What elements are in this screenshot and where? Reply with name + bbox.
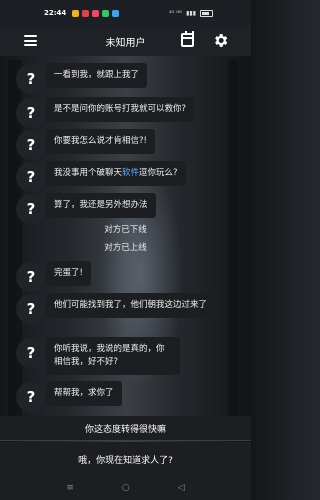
message-bubble: 一看到我，就跟上我了 — [46, 63, 148, 88]
calendar-icon[interactable] — [181, 31, 194, 47]
avatar[interactable]: ? — [16, 382, 46, 412]
chat-message: ? 算了，我还是另外想办法 — [16, 193, 156, 224]
chat-message: ? 你要我怎么说才肯相信?! — [16, 129, 155, 160]
avatar[interactable]: ? — [16, 130, 46, 160]
recent-apps-icon[interactable]: ≡ — [66, 483, 74, 493]
message-text: 我没事用个破聊天 — [54, 168, 123, 178]
signal-icon: ▮▮▮ — [186, 9, 196, 17]
chat-message: ? 是不是问你的账号打我就可以救你? — [16, 97, 195, 128]
notification-icons — [72, 9, 120, 17]
highlighted-text: 软件 — [122, 168, 140, 178]
status-bar: 22:44 ⁴ᴳ ᴴᴰ ▮▮▮ — [0, 0, 251, 26]
system-notice: 对方已下线 — [104, 225, 147, 235]
message-bubble: 你听我说，我说的是真的，你相信我，好不好? — [46, 337, 180, 375]
chat-message: ? 完蛋了! — [16, 261, 91, 292]
reply-option[interactable]: 哦，你现在知道求人了? — [0, 442, 251, 476]
chat-message: ? 你听我说，我说的是真的，你相信我，好不好? — [16, 337, 180, 375]
status-time: 22:44 — [44, 9, 67, 17]
gear-icon[interactable] — [212, 32, 229, 49]
avatar[interactable]: ? — [16, 194, 46, 224]
message-bubble: 我没事用个破聊天软件逗你玩么? — [46, 161, 186, 186]
avatar[interactable]: ? — [16, 338, 46, 368]
system-notice: 对方已上线 — [104, 243, 147, 253]
message-bubble: 完蛋了! — [46, 261, 91, 286]
avatar[interactable]: ? — [16, 294, 46, 324]
app-header: 未知用户 — [0, 26, 251, 56]
status-right: ⁴ᴳ ᴴᴰ ▮▮▮ — [169, 9, 213, 17]
message-text: 逗你玩么? — [139, 168, 178, 178]
message-bubble: 帮帮我，求你了 — [46, 381, 122, 406]
network-indicator: ⁴ᴳ ᴴᴰ — [169, 9, 183, 17]
chat-message: ? 他们可能找到我了，他们朝我这边过来了 — [16, 293, 216, 324]
chat-message: ? 帮帮我，求你了 — [16, 381, 122, 412]
message-bubble: 你要我怎么说才肯相信?! — [46, 129, 155, 154]
avatar[interactable]: ? — [16, 162, 46, 192]
message-bubble: 算了，我还是另外想办法 — [46, 193, 156, 218]
message-bubble: 是不是问你的账号打我就可以救你? — [46, 97, 195, 122]
battery-icon — [200, 9, 213, 17]
chat-message: ? 我没事用个破聊天软件逗你玩么? — [16, 161, 186, 192]
reply-option[interactable]: 你这态度转得很快嘛 — [0, 416, 251, 441]
avatar[interactable]: ? — [16, 98, 46, 128]
back-icon[interactable]: ◁ — [178, 483, 185, 493]
system-nav-bar: ≡ ○ ◁ — [0, 476, 251, 500]
message-bubble: 他们可能找到我了，他们朝我这边过来了 — [46, 293, 216, 318]
chat-message: ? 一看到我，就跟上我了 — [16, 63, 148, 94]
avatar[interactable]: ? — [16, 262, 46, 292]
home-icon[interactable]: ○ — [122, 483, 130, 493]
avatar[interactable]: ? — [16, 64, 46, 94]
